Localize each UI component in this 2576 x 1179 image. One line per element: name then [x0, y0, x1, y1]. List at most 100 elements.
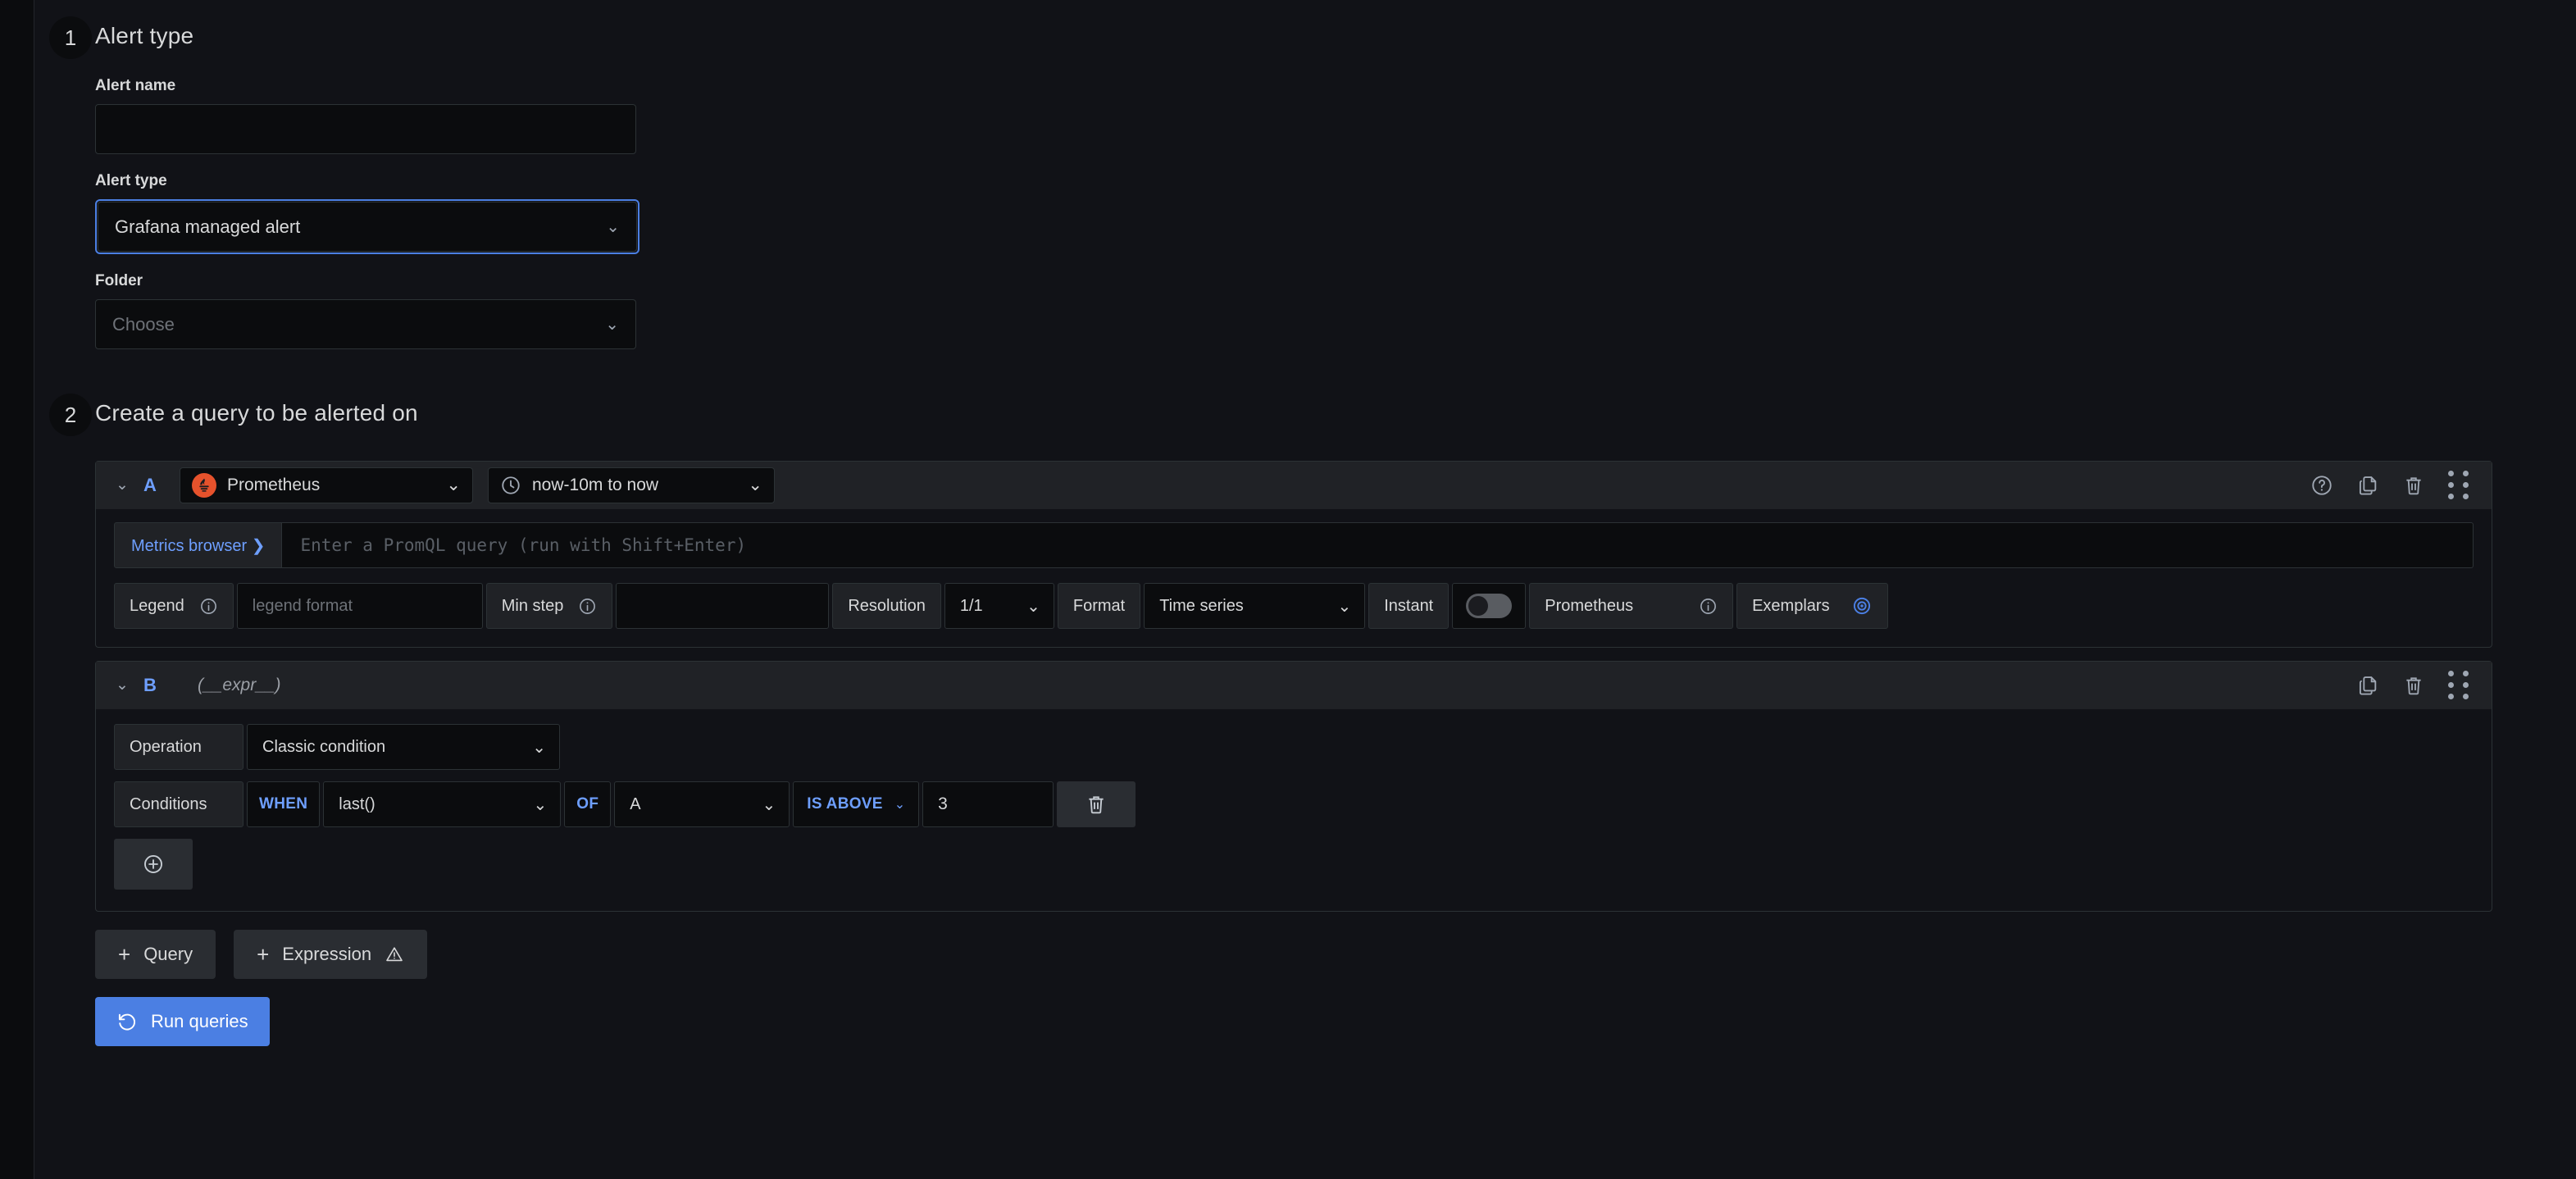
time-range-value: now-10m to now [532, 475, 659, 494]
promql-query-input[interactable]: Enter a PromQL query (run with Shift+Ent… [282, 522, 2474, 568]
of-keyword-box: OF [564, 781, 612, 827]
add-query-label: Query [143, 944, 193, 964]
drag-handle-icon[interactable] [2448, 671, 2470, 699]
step-1-badge: 1 [49, 16, 92, 59]
plus-circle-icon [144, 855, 162, 873]
folder-select[interactable]: Choose ⌄ [95, 299, 636, 349]
collapse-chevron-icon[interactable]: ⌄ [116, 676, 129, 694]
trash-icon[interactable] [2402, 674, 2425, 697]
alert-name-input[interactable] [95, 104, 636, 154]
delete-condition-button[interactable] [1057, 781, 1136, 827]
run-queries-label: Run queries [151, 1011, 248, 1031]
expression-datasource-label: (__expr__) [198, 675, 281, 694]
add-expression-label: Expression [282, 944, 372, 964]
step-create-query: 2 Create a query to be alerted on ⌄ A Pr… [34, 390, 2576, 1046]
resolution-select[interactable]: 1/1 ⌄ [944, 583, 1054, 629]
alert-type-focus-ring: Grafana managed alert ⌄ [95, 199, 639, 254]
when-keyword-box: WHEN [247, 781, 321, 827]
chevron-down-icon: ⌄ [894, 798, 906, 812]
chevron-down-icon: ⌄ [605, 315, 619, 334]
drag-handle-icon[interactable] [2448, 471, 2470, 499]
alert-type-select-value: Grafana managed alert [115, 216, 301, 237]
datasource-name: Prometheus [227, 475, 321, 494]
of-keyword: OF [576, 795, 599, 813]
step-alert-type: 1 Alert type Alert name Alert type Grafa… [34, 13, 2576, 349]
min-step-label: Min step [485, 583, 613, 629]
reducer-value: last() [339, 794, 375, 813]
chevron-down-icon: ⌄ [1337, 597, 1352, 616]
format-label-text: Format [1072, 596, 1126, 615]
alert-name-label: Alert name [95, 77, 176, 94]
chevron-down-icon: ⌄ [1026, 597, 1040, 616]
query-row-b: ⌄ B (__expr__) Operation Classic conditi… [95, 661, 2492, 912]
folder-label: Folder [95, 272, 143, 289]
query-b-refid[interactable]: B [143, 675, 165, 696]
eye-icon[interactable] [1851, 595, 1873, 617]
alert-type-label: Alert type [95, 172, 167, 189]
info-icon[interactable] [578, 597, 597, 616]
step-2-badge: 2 [49, 394, 92, 436]
copy-icon[interactable] [2356, 674, 2379, 697]
datasource-picker[interactable]: Prometheus ⌄ [180, 467, 473, 503]
add-condition-button[interactable] [114, 839, 193, 890]
trash-icon[interactable] [2402, 474, 2425, 497]
format-label: Format [1057, 583, 1141, 629]
query-b-body: Operation Classic condition ⌄ Conditions… [96, 709, 2492, 911]
info-icon[interactable] [1699, 597, 1718, 616]
exemplars-toggle-label: Exemplars [1736, 583, 1888, 629]
exemplars-label-text: Exemplars [1752, 596, 1830, 615]
legend-format-input[interactable]: legend format [236, 583, 483, 629]
format-select[interactable]: Time series ⌄ [1144, 583, 1366, 629]
add-query-button[interactable]: + Query [95, 930, 216, 979]
reducer-select[interactable]: last() ⌄ [323, 781, 562, 827]
exemplars-datasource-label: Prometheus [1529, 583, 1734, 629]
query-list: ⌄ A Prometheus ⌄ now-10m to now ⌄ Metric… [95, 461, 2492, 912]
copy-icon[interactable] [2356, 474, 2379, 497]
resolution-label-text: Resolution [848, 596, 926, 615]
grafana-alert-rule-page: 1 Alert type Alert name Alert type Grafa… [0, 0, 2576, 1179]
promql-editor-row: Metrics browser ❯ Enter a PromQL query (… [114, 522, 2474, 568]
query-a-actions [2310, 471, 2492, 499]
operation-value: Classic condition [262, 737, 386, 756]
collapse-chevron-icon[interactable]: ⌄ [116, 476, 129, 494]
instant-label: Instant [1368, 583, 1450, 629]
legend-label-text: Legend [130, 596, 184, 615]
step-2-header: 2 Create a query to be alerted on [49, 390, 2576, 436]
query-a-refid[interactable]: A [143, 475, 165, 496]
chevron-down-icon: ⌄ [446, 476, 461, 494]
plus-icon: + [257, 942, 270, 967]
history-refresh-icon [118, 1013, 136, 1031]
exemplars-datasource-name: Prometheus [1545, 596, 1634, 615]
query-ref-select[interactable]: A ⌄ [614, 781, 790, 827]
operation-select[interactable]: Classic condition ⌄ [247, 724, 560, 770]
warning-triangle-icon [386, 947, 403, 962]
prometheus-icon [192, 472, 216, 498]
resolution-value: 1/1 [959, 596, 983, 615]
query-b-actions [2356, 671, 2492, 699]
min-step-label-text: Min step [501, 596, 564, 615]
evaluator-select[interactable]: IS ABOVE ⌄ [793, 781, 920, 827]
resolution-label: Resolution [832, 583, 941, 629]
operation-row: Operation Classic condition ⌄ [114, 724, 2474, 770]
alert-type-field: Alert type Grafana managed alert ⌄ [95, 172, 2576, 254]
conditions-label: Conditions [114, 781, 243, 827]
chevron-down-icon: ⌄ [532, 738, 546, 757]
step-1-header: 1 Alert type [49, 13, 2576, 59]
instant-toggle[interactable] [1466, 594, 1513, 618]
metrics-browser-button[interactable]: Metrics browser ❯ [114, 522, 283, 568]
plus-icon: + [118, 942, 131, 967]
add-expression-button[interactable]: + Expression [234, 930, 428, 979]
evaluator-value: IS ABOVE [807, 795, 883, 813]
query-footer-buttons: + Query + Expression [95, 930, 2576, 979]
run-queries-button[interactable]: Run queries [95, 997, 270, 1046]
help-icon[interactable] [2310, 474, 2333, 497]
legend-label: Legend [114, 583, 234, 629]
conditions-row: Conditions WHEN last() ⌄ OF A ⌄ IS ABOVE… [114, 781, 2474, 827]
page-content: 1 Alert type Alert name Alert type Grafa… [34, 0, 2576, 1179]
query-time-range-picker[interactable]: now-10m to now ⌄ [488, 467, 775, 503]
chevron-down-icon: ⌄ [748, 476, 762, 494]
alert-type-select[interactable]: Grafana managed alert ⌄ [98, 202, 637, 252]
threshold-input[interactable]: 3 [922, 781, 1054, 827]
info-icon[interactable] [199, 597, 218, 616]
min-step-input[interactable] [616, 583, 830, 629]
